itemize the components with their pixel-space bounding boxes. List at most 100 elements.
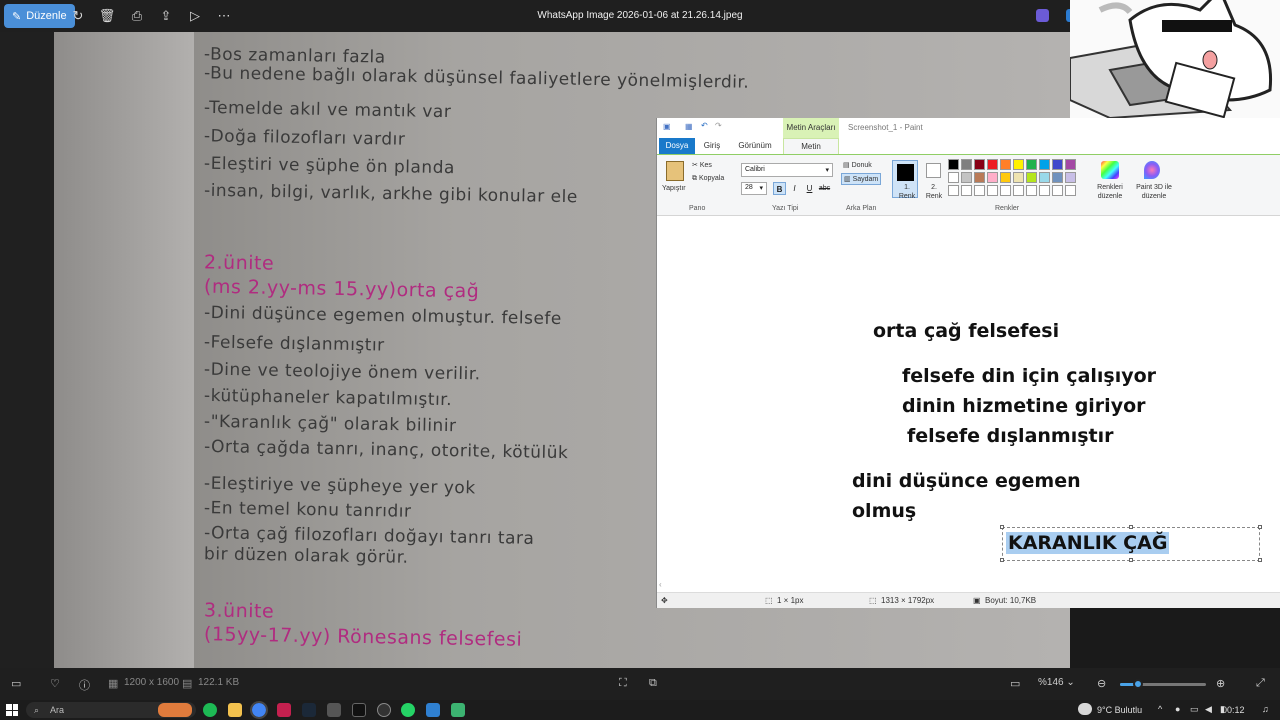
- color-swatch[interactable]: [1052, 159, 1063, 170]
- strikethrough-button[interactable]: abc: [818, 182, 831, 195]
- edit-colors-label[interactable]: Renkleri düzenle: [1094, 183, 1126, 201]
- steam-icon[interactable]: [302, 703, 316, 717]
- tiktok-icon[interactable]: [352, 703, 366, 717]
- undo-icon[interactable]: ↶: [701, 121, 708, 130]
- file-explorer-icon[interactable]: [228, 703, 242, 717]
- selected-text[interactable]: KARANLIK ÇAĞ: [1006, 532, 1170, 554]
- spotify-icon[interactable]: [203, 703, 217, 717]
- cut-button[interactable]: ✂ Kes: [692, 161, 712, 169]
- resize-handle[interactable]: [1258, 558, 1262, 562]
- tab-file[interactable]: Dosya: [659, 138, 695, 154]
- whatsapp-icon[interactable]: [401, 703, 415, 717]
- color-swatch[interactable]: [1052, 172, 1063, 183]
- edit-colors-icon[interactable]: [1101, 161, 1119, 179]
- color-swatch[interactable]: [961, 159, 972, 170]
- color-swatch[interactable]: [1065, 172, 1076, 183]
- color-swatch[interactable]: [1000, 159, 1011, 170]
- copilot-icon[interactable]: [1036, 9, 1049, 22]
- search-input[interactable]: ⌕ Ara: [26, 702, 196, 718]
- network-icon[interactable]: ▭: [1190, 704, 1199, 715]
- chrome-icon[interactable]: [250, 701, 268, 719]
- italic-button[interactable]: I: [788, 182, 801, 195]
- photos-icon[interactable]: [426, 703, 440, 717]
- underline-button[interactable]: U: [803, 182, 816, 195]
- bold-button[interactable]: B: [773, 182, 786, 195]
- scroll-left-icon[interactable]: ‹: [659, 580, 662, 589]
- color-swatch[interactable]: [987, 172, 998, 183]
- crop-icon[interactable]: ⧉: [649, 677, 657, 690]
- color-swatch[interactable]: [1039, 159, 1050, 170]
- color-swatch[interactable]: [1026, 159, 1037, 170]
- paint3d-label[interactable]: Paint 3D ile düzenle: [1132, 183, 1176, 201]
- chevron-up-icon[interactable]: ^: [1158, 704, 1162, 714]
- color-swatch[interactable]: [948, 185, 959, 196]
- redo-icon[interactable]: ↷: [715, 121, 722, 130]
- font-family-select[interactable]: Calibri ▾: [741, 163, 833, 177]
- app-icon[interactable]: [377, 703, 391, 717]
- resize-handle[interactable]: [1129, 558, 1133, 562]
- color-swatch[interactable]: [948, 172, 959, 183]
- zoom-select[interactable]: %146 ⌄: [1038, 677, 1075, 688]
- paint-icon[interactable]: [451, 703, 465, 717]
- color-swatch[interactable]: [987, 185, 998, 196]
- app-icon[interactable]: [327, 703, 341, 717]
- resize-handle[interactable]: [1129, 525, 1133, 529]
- volume-icon[interactable]: ◀: [1205, 704, 1212, 715]
- paste-icon[interactable]: [666, 161, 684, 181]
- expand-icon[interactable]: ⤢: [1256, 677, 1265, 690]
- zoom-out-icon[interactable]: ⊖: [1097, 677, 1106, 690]
- transparent-button[interactable]: ▥ Saydam: [841, 173, 882, 185]
- paste-button-label[interactable]: Yapıştır: [662, 185, 686, 192]
- zoom-slider-knob[interactable]: [1133, 679, 1143, 689]
- start-icon[interactable]: [6, 704, 18, 716]
- resize-handle[interactable]: [1000, 525, 1004, 529]
- color-swatch[interactable]: [1026, 172, 1037, 183]
- resize-handle[interactable]: [1258, 525, 1262, 529]
- color-swatch[interactable]: [1052, 185, 1063, 196]
- filmstrip-icon[interactable]: ▭: [11, 677, 21, 690]
- tab-home[interactable]: Giriş: [701, 138, 723, 154]
- resize-handle[interactable]: [1000, 558, 1004, 562]
- color-swatch[interactable]: [1000, 185, 1011, 196]
- color-swatch[interactable]: [1039, 172, 1050, 183]
- weather-text[interactable]: 9°C Bulutlu: [1097, 705, 1142, 715]
- color-swatch[interactable]: [1026, 185, 1037, 196]
- notifications-icon[interactable]: ♫: [1262, 704, 1269, 714]
- color-swatch[interactable]: [1013, 159, 1024, 170]
- zoom-slider[interactable]: [1120, 679, 1206, 689]
- tab-view[interactable]: Görünüm: [735, 138, 775, 154]
- text-tools-context-tab: Metin Araçları: [783, 118, 839, 138]
- color-swatch[interactable]: [948, 159, 959, 170]
- color-swatch[interactable]: [974, 185, 985, 196]
- color-swatch[interactable]: [987, 159, 998, 170]
- tab-text[interactable]: Metin: [783, 138, 839, 154]
- color-swatch[interactable]: [974, 159, 985, 170]
- paint-window[interactable]: ▣ ▦ ↶ ↷ Metin Araçları Screenshot_1 - Pa…: [656, 118, 1280, 608]
- image-dimensions: 1200 x 1600: [124, 677, 180, 688]
- color-swatch[interactable]: [1000, 172, 1011, 183]
- search-placeholder: Ara: [50, 705, 65, 715]
- color-swatch[interactable]: [961, 172, 972, 183]
- zoom-in-icon[interactable]: ⊕: [1216, 677, 1225, 690]
- color-swatch[interactable]: [1039, 185, 1050, 196]
- color-swatch[interactable]: [1065, 185, 1076, 196]
- color-swatch[interactable]: [1065, 159, 1076, 170]
- clock[interactable]: 00:12: [1222, 705, 1245, 715]
- color-swatch[interactable]: [961, 185, 972, 196]
- favorite-icon[interactable]: ♡: [50, 677, 60, 690]
- copy-button[interactable]: ⧉ Kopyala: [692, 175, 724, 183]
- fit-icon[interactable]: ⛶: [619, 677, 627, 690]
- font-size-select[interactable]: 28 ▾: [741, 182, 767, 195]
- opaque-button[interactable]: ▤ Donuk: [843, 161, 872, 169]
- color-swatch[interactable]: [974, 172, 985, 183]
- color-swatch[interactable]: [1013, 185, 1024, 196]
- aspect-icon[interactable]: ▭: [1010, 677, 1020, 690]
- save-icon[interactable]: ▦: [685, 122, 693, 131]
- color-swatch[interactable]: [1013, 172, 1024, 183]
- weather-icon: [1078, 703, 1092, 715]
- paint3d-icon[interactable]: [1144, 161, 1160, 179]
- color2-swatch[interactable]: [926, 163, 941, 178]
- info-icon[interactable]: ⓘ: [79, 677, 90, 693]
- opera-icon[interactable]: [277, 703, 291, 717]
- microphone-icon[interactable]: ●: [1175, 704, 1180, 714]
